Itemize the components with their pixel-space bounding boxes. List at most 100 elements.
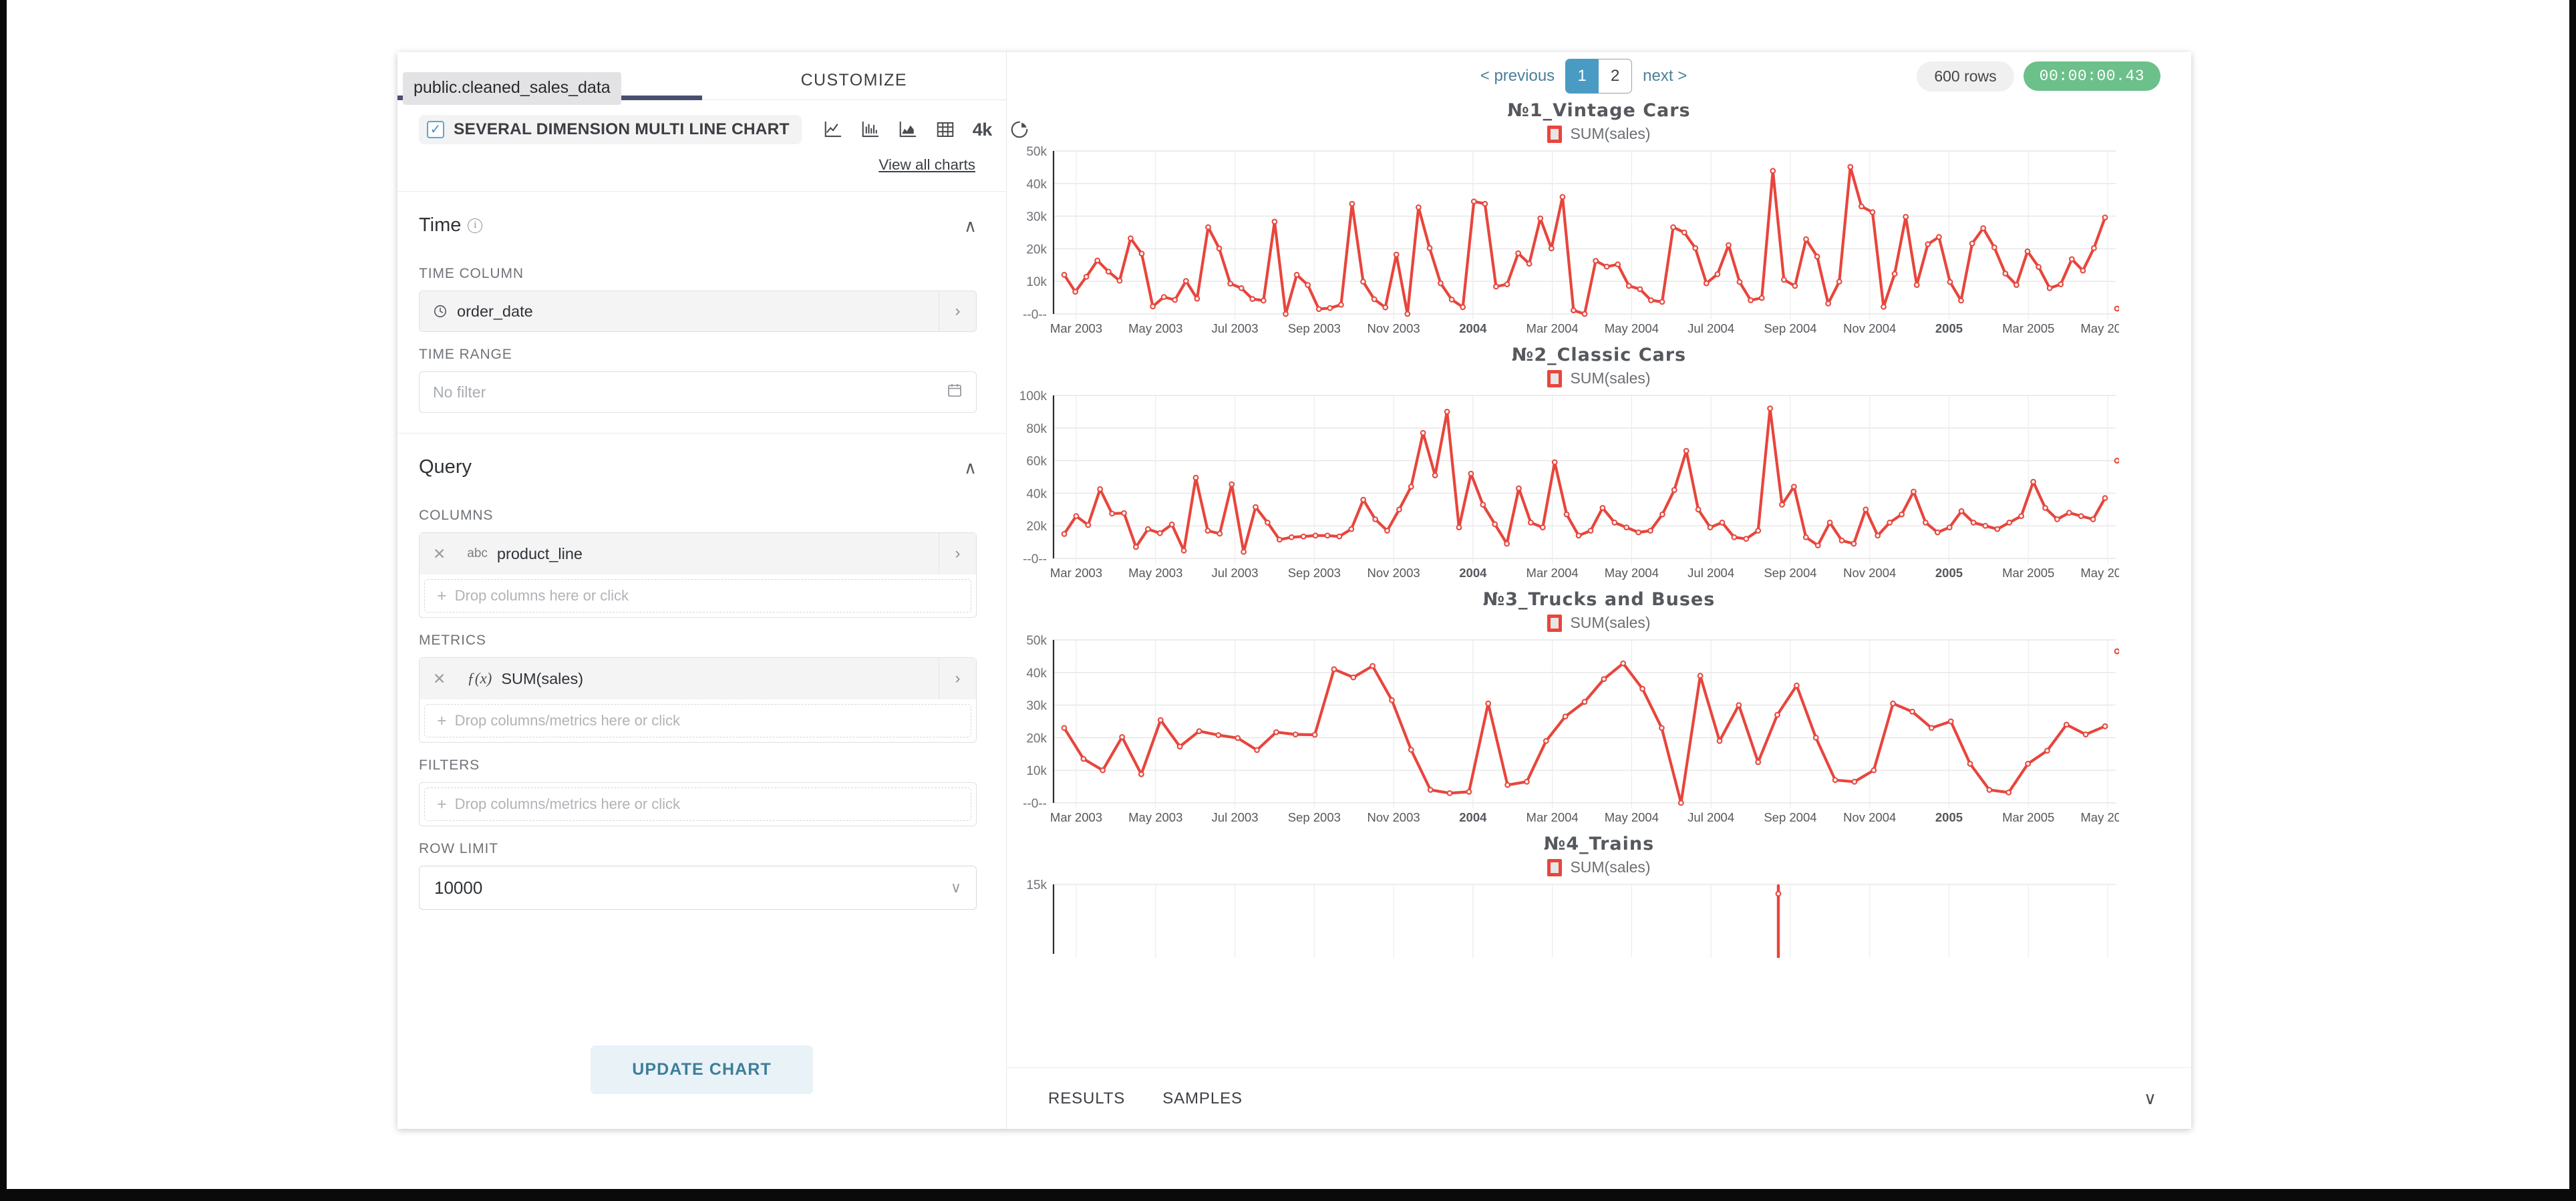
filters-label: FILTERS xyxy=(419,757,977,774)
svg-text:Mar 2004: Mar 2004 xyxy=(1526,566,1579,580)
filters-field: FILTERS + Drop columns/metrics here or c… xyxy=(397,743,1006,826)
filters-dropzone[interactable]: + Drop columns/metrics here or click xyxy=(424,788,971,821)
legend-swatch-icon xyxy=(1547,370,1562,387)
chart-plot-2[interactable]: --0--20k40k60k80k100kMar 2003May 2003Jul… xyxy=(1007,389,2191,589)
metrics-stack: ✕ ƒ(x) SUM(sales) › + Drop columns/metri… xyxy=(419,657,977,743)
svg-text:30k: 30k xyxy=(1026,210,1047,224)
time-section-title-label: Time xyxy=(419,214,461,236)
svg-text:Mar 2004: Mar 2004 xyxy=(1526,810,1579,824)
view-all-charts-link[interactable]: View all charts xyxy=(878,156,975,174)
chart-plot-1[interactable]: --0--10k20k30k40k50kMar 2003May 2003Jul … xyxy=(1007,144,2191,345)
clock-icon xyxy=(433,304,448,319)
columns-label: COLUMNS xyxy=(419,508,977,524)
plus-icon: + xyxy=(437,713,447,729)
columns-dropzone-label: Drop columns here or click xyxy=(455,587,629,605)
tab-results[interactable]: RESULTS xyxy=(1048,1089,1125,1108)
svg-text:Nov 2003: Nov 2003 xyxy=(1367,566,1420,580)
page-number-1[interactable]: 1 xyxy=(1565,59,1599,94)
svg-text:May 2004: May 2004 xyxy=(1605,566,1659,580)
update-chart-row: UPDATE CHART xyxy=(397,1045,1006,1129)
svg-text:Nov 2003: Nov 2003 xyxy=(1367,321,1420,335)
update-chart-button[interactable]: UPDATE CHART xyxy=(591,1045,813,1094)
expand-results-icon[interactable]: ∨ xyxy=(2144,1088,2156,1109)
time-section-header[interactable]: Time i ∧ xyxy=(397,191,1006,251)
column-chip-product-line[interactable]: ✕ abc product_line › xyxy=(420,533,976,574)
svg-text:Jul 2004: Jul 2004 xyxy=(1687,566,1734,580)
panel-tabs: DATA CUSTOMIZE public.cleaned_sales_data xyxy=(397,52,1006,100)
svg-text:May 2004: May 2004 xyxy=(1605,810,1659,824)
dataset-tooltip: public.cleaned_sales_data xyxy=(403,72,621,105)
column-chip-inner: ✕ abc product_line xyxy=(420,533,939,574)
chevron-down-icon[interactable]: ∨ xyxy=(951,879,961,896)
tab-samples[interactable]: SAMPLES xyxy=(1162,1089,1243,1108)
svg-text:40k: 40k xyxy=(1026,667,1047,681)
time-range-control[interactable]: No filter xyxy=(419,371,977,413)
time-column-expand-icon[interactable]: › xyxy=(939,291,976,331)
svg-text:Sep 2004: Sep 2004 xyxy=(1764,566,1816,580)
metric-chip-sum-sales[interactable]: ✕ ƒ(x) SUM(sales) › xyxy=(420,658,976,699)
explore-app-window: DATA CUSTOMIZE public.cleaned_sales_data… xyxy=(397,52,2191,1129)
page-number-2[interactable]: 2 xyxy=(1599,59,1632,94)
chart-block-2: №2_Classic CarsSUM(sales)--0--20k40k60k8… xyxy=(1007,345,2191,589)
query-section-collapse-icon[interactable]: ∧ xyxy=(964,459,977,476)
svg-text:Mar 2005: Mar 2005 xyxy=(2002,566,2054,580)
next-page-link[interactable]: next > xyxy=(1643,67,1687,85)
column-expand-icon[interactable]: › xyxy=(939,533,976,574)
columns-dropzone[interactable]: + Drop columns here or click xyxy=(424,579,971,613)
columns-dropzone-pad: + Drop columns here or click xyxy=(420,574,976,617)
svg-text:2005: 2005 xyxy=(1935,566,1963,580)
remove-column-icon[interactable]: ✕ xyxy=(433,545,458,563)
legend-swatch-icon xyxy=(1547,126,1562,143)
remove-metric-icon[interactable]: ✕ xyxy=(433,670,458,688)
svg-text:Nov 2003: Nov 2003 xyxy=(1367,810,1420,824)
table-icon[interactable] xyxy=(935,120,955,140)
svg-text:2005: 2005 xyxy=(1935,810,1963,824)
svg-text:May 2004: May 2004 xyxy=(1605,321,1659,335)
svg-text:40k: 40k xyxy=(1026,487,1047,501)
svg-text:20k: 20k xyxy=(1026,731,1047,745)
svg-text:Jul 2003: Jul 2003 xyxy=(1212,321,1259,335)
screen-frame: DATA CUSTOMIZE public.cleaned_sales_data… xyxy=(0,0,2576,1201)
chart-plot-3[interactable]: --0--10k20k30k40k50kMar 2003May 2003Jul … xyxy=(1007,633,2191,834)
bar-chart-icon[interactable] xyxy=(860,120,880,140)
area-chart-icon[interactable] xyxy=(898,120,918,140)
chart-block-1: №1_Vintage CarsSUM(sales)--0--10k20k30k4… xyxy=(1007,100,2191,345)
viz-type-pill[interactable]: ✓ SEVERAL DIMENSION MULTI LINE CHART xyxy=(419,115,802,144)
plus-icon: + xyxy=(437,796,447,813)
tab-customize[interactable]: CUSTOMIZE xyxy=(702,52,1007,100)
time-column-field: TIME COLUMN order_date › xyxy=(397,251,1006,332)
chart-legend-2: SUM(sales) xyxy=(1007,369,2191,387)
chart-title-3: №3_Trucks and Buses xyxy=(1007,589,2191,610)
svg-text:2004: 2004 xyxy=(1459,810,1487,824)
columns-field: COLUMNS ✕ abc product_line › + Drop colu… xyxy=(397,493,1006,618)
svg-text:Sep 2003: Sep 2003 xyxy=(1288,321,1341,335)
query-section-header[interactable]: Query ∧ xyxy=(397,433,1006,493)
svg-text:10k: 10k xyxy=(1026,275,1047,289)
svg-text:2005: 2005 xyxy=(1935,321,1963,335)
chart-plot-4[interactable]: 15k xyxy=(1007,878,2191,958)
previous-page-link[interactable]: < previous xyxy=(1480,67,1555,85)
metric-chip-value: SUM(sales) xyxy=(501,670,583,688)
svg-text:10k: 10k xyxy=(1026,764,1047,778)
line-chart-icon[interactable] xyxy=(823,120,843,140)
big-number-4k-icon[interactable]: 4k xyxy=(973,120,992,140)
time-section-collapse-icon[interactable]: ∧ xyxy=(964,217,977,234)
row-limit-select[interactable]: 10000 ∨ xyxy=(419,866,977,910)
metric-expand-icon[interactable]: › xyxy=(939,658,976,699)
calendar-icon[interactable] xyxy=(947,382,963,402)
svg-text:Jul 2003: Jul 2003 xyxy=(1212,810,1259,824)
info-icon[interactable]: i xyxy=(468,218,482,233)
svg-text:50k: 50k xyxy=(1026,634,1047,648)
chart-legend-3: SUM(sales) xyxy=(1007,614,2191,632)
chart-panel: < previous 1 2 next > 600 rows 00:00:00.… xyxy=(1007,52,2191,1129)
svg-text:May 2005: May 2005 xyxy=(2080,810,2119,824)
metrics-dropzone[interactable]: + Drop columns/metrics here or click xyxy=(424,704,971,737)
svg-text:Mar 2005: Mar 2005 xyxy=(2002,810,2054,824)
row-limit-label: ROW LIMIT xyxy=(419,841,977,857)
metrics-label: METRICS xyxy=(419,633,977,649)
svg-text:20k: 20k xyxy=(1026,242,1047,256)
time-column-control[interactable]: order_date › xyxy=(419,291,977,332)
svg-text:2004: 2004 xyxy=(1459,321,1487,335)
metric-chip-inner: ✕ ƒ(x) SUM(sales) xyxy=(420,658,939,699)
metric-type-label: ƒ(x) xyxy=(467,670,492,687)
